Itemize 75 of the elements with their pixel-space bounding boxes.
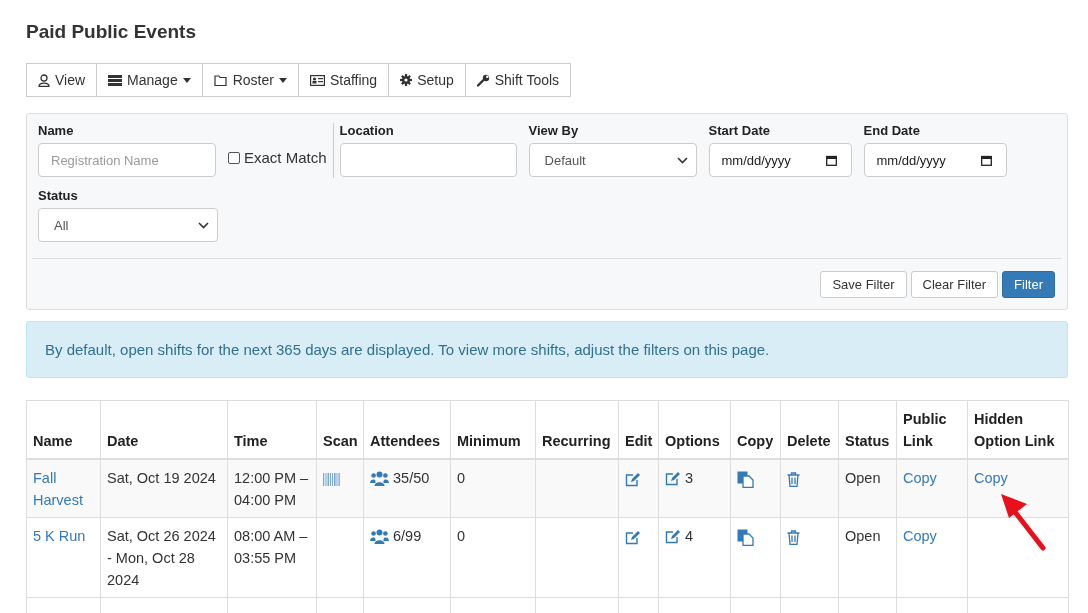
status-text: Open <box>845 470 881 486</box>
wrench-icon <box>476 73 490 87</box>
field-label: Status <box>38 188 79 204</box>
edit-icon[interactable] <box>665 528 681 544</box>
location-field[interactable] <box>339 143 517 177</box>
attendee-count: 6/99 <box>393 527 422 546</box>
field-label: Location <box>339 123 395 139</box>
end-date-field[interactable]: mm/dd/yyyy <box>863 143 1007 177</box>
column-header: Minimum <box>457 433 521 449</box>
edit-icon[interactable] <box>625 471 641 487</box>
chevron-down-icon <box>676 156 688 164</box>
trash-icon[interactable] <box>787 529 800 545</box>
column-header: Options <box>665 433 720 449</box>
info-notice: By default, open shifts for the next 365 days are displayed. To view more shifts, adjust the filters on this page. <box>26 321 1068 378</box>
copy-link[interactable]: Copy <box>903 528 937 544</box>
id-card-icon <box>309 74 325 86</box>
column-header: Date <box>107 433 139 449</box>
trash-icon[interactable] <box>787 471 800 487</box>
people-icon[interactable] <box>370 528 389 544</box>
column-header: Time <box>234 433 268 449</box>
column-header: Delete <box>787 433 831 449</box>
copy-link[interactable]: Copy <box>974 470 1008 486</box>
name-field[interactable]: Registration Name <box>38 143 216 177</box>
filter-action-button[interactable]: Clear Filter <box>910 271 999 298</box>
toolbar-button[interactable]: Manage <box>96 63 203 97</box>
folder-icon <box>213 74 228 86</box>
field-label: End Date <box>863 123 921 139</box>
people-icon[interactable] <box>370 470 389 486</box>
column-header: Name <box>33 433 73 449</box>
copy-icon[interactable] <box>737 528 754 546</box>
list-icon <box>108 74 123 86</box>
page-title: Paid Public Events <box>26 20 197 43</box>
calendar-icon[interactable] <box>825 154 837 166</box>
toolbar-button[interactable]: Shift Tools <box>464 63 572 97</box>
attendee-count: 35/50 <box>393 469 430 488</box>
copy-link[interactable]: Copy <box>903 470 937 486</box>
user-icon <box>38 73 50 87</box>
column-header: Edit <box>625 433 653 449</box>
filter-action-button[interactable]: Save Filter <box>820 271 907 298</box>
filter-button[interactable]: Filter <box>1002 271 1055 298</box>
status-select[interactable]: All <box>38 208 218 242</box>
chevron-down-icon <box>198 221 209 229</box>
column-header: Scan <box>323 433 358 449</box>
date-text: Sat, Oct 26 2024 - Mon, Oct 28 2024 <box>107 528 216 588</box>
pointer-arrow <box>999 492 1049 554</box>
column-header: Hidden Option Link <box>974 411 1055 449</box>
status-text: Open <box>845 528 881 544</box>
toolbar-button[interactable]: Staffing <box>297 63 390 97</box>
edit-icon[interactable] <box>625 529 641 545</box>
toolbar-button[interactable]: Roster <box>201 63 299 97</box>
field-label: Name <box>38 123 75 139</box>
time-text: 12:00 PM – 04:00 PM <box>234 470 309 508</box>
toolbar-button[interactable]: Setup <box>388 63 466 97</box>
column-header: Recurring <box>542 433 611 449</box>
minimum-text: 0 <box>457 470 466 486</box>
minimum-text: 0 <box>457 528 466 544</box>
field-label: Start Date <box>708 123 771 139</box>
start-date-field[interactable]: mm/dd/yyyy <box>708 143 852 177</box>
options-count: 3 <box>685 469 694 488</box>
column-header: Attendees <box>370 433 441 449</box>
exact-match-checkbox[interactable]: Exact Match <box>228 149 327 166</box>
time-text: 08:00 AM – 03:55 PM <box>234 528 308 566</box>
edit-icon[interactable] <box>665 470 681 486</box>
copy-icon[interactable] <box>737 470 754 488</box>
toolbar-button[interactable]: View <box>26 63 98 97</box>
options-count: 4 <box>685 527 694 546</box>
view-by-select[interactable]: Default <box>528 143 697 177</box>
date-text: Sat, Oct 19 2024 <box>107 470 216 486</box>
column-header: Copy <box>737 433 774 449</box>
calendar-icon[interactable] <box>980 154 992 166</box>
settings-icon <box>400 74 413 86</box>
column-header: Status <box>845 433 890 449</box>
column-header: Public Link <box>903 411 947 449</box>
barcode-icon[interactable] <box>323 472 340 486</box>
field-label: View By <box>528 123 580 139</box>
